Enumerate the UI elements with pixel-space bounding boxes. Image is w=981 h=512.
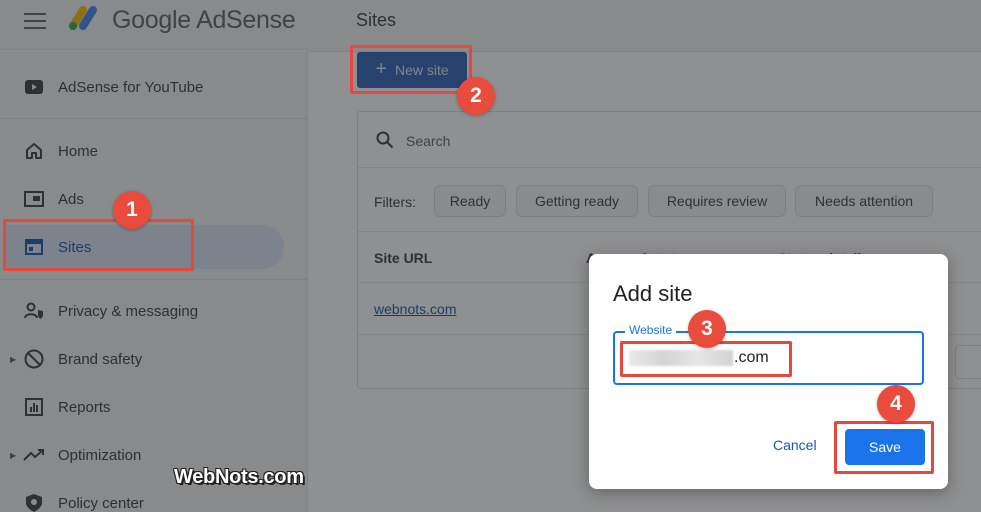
step-badge-3: 3 [688,310,726,348]
watermark: WebNots.com [174,466,304,488]
step-badge-4: 4 [877,385,915,423]
step-badge-1: 1 [113,191,151,229]
cancel-button[interactable]: Cancel [773,437,817,453]
dialog-title: Add site [613,281,693,306]
highlight-box-save [834,421,934,474]
website-field-label: Website [625,323,677,337]
highlight-box-new-site [350,45,472,94]
highlight-box-sites [3,219,194,271]
step-badge-2: 2 [457,77,495,115]
